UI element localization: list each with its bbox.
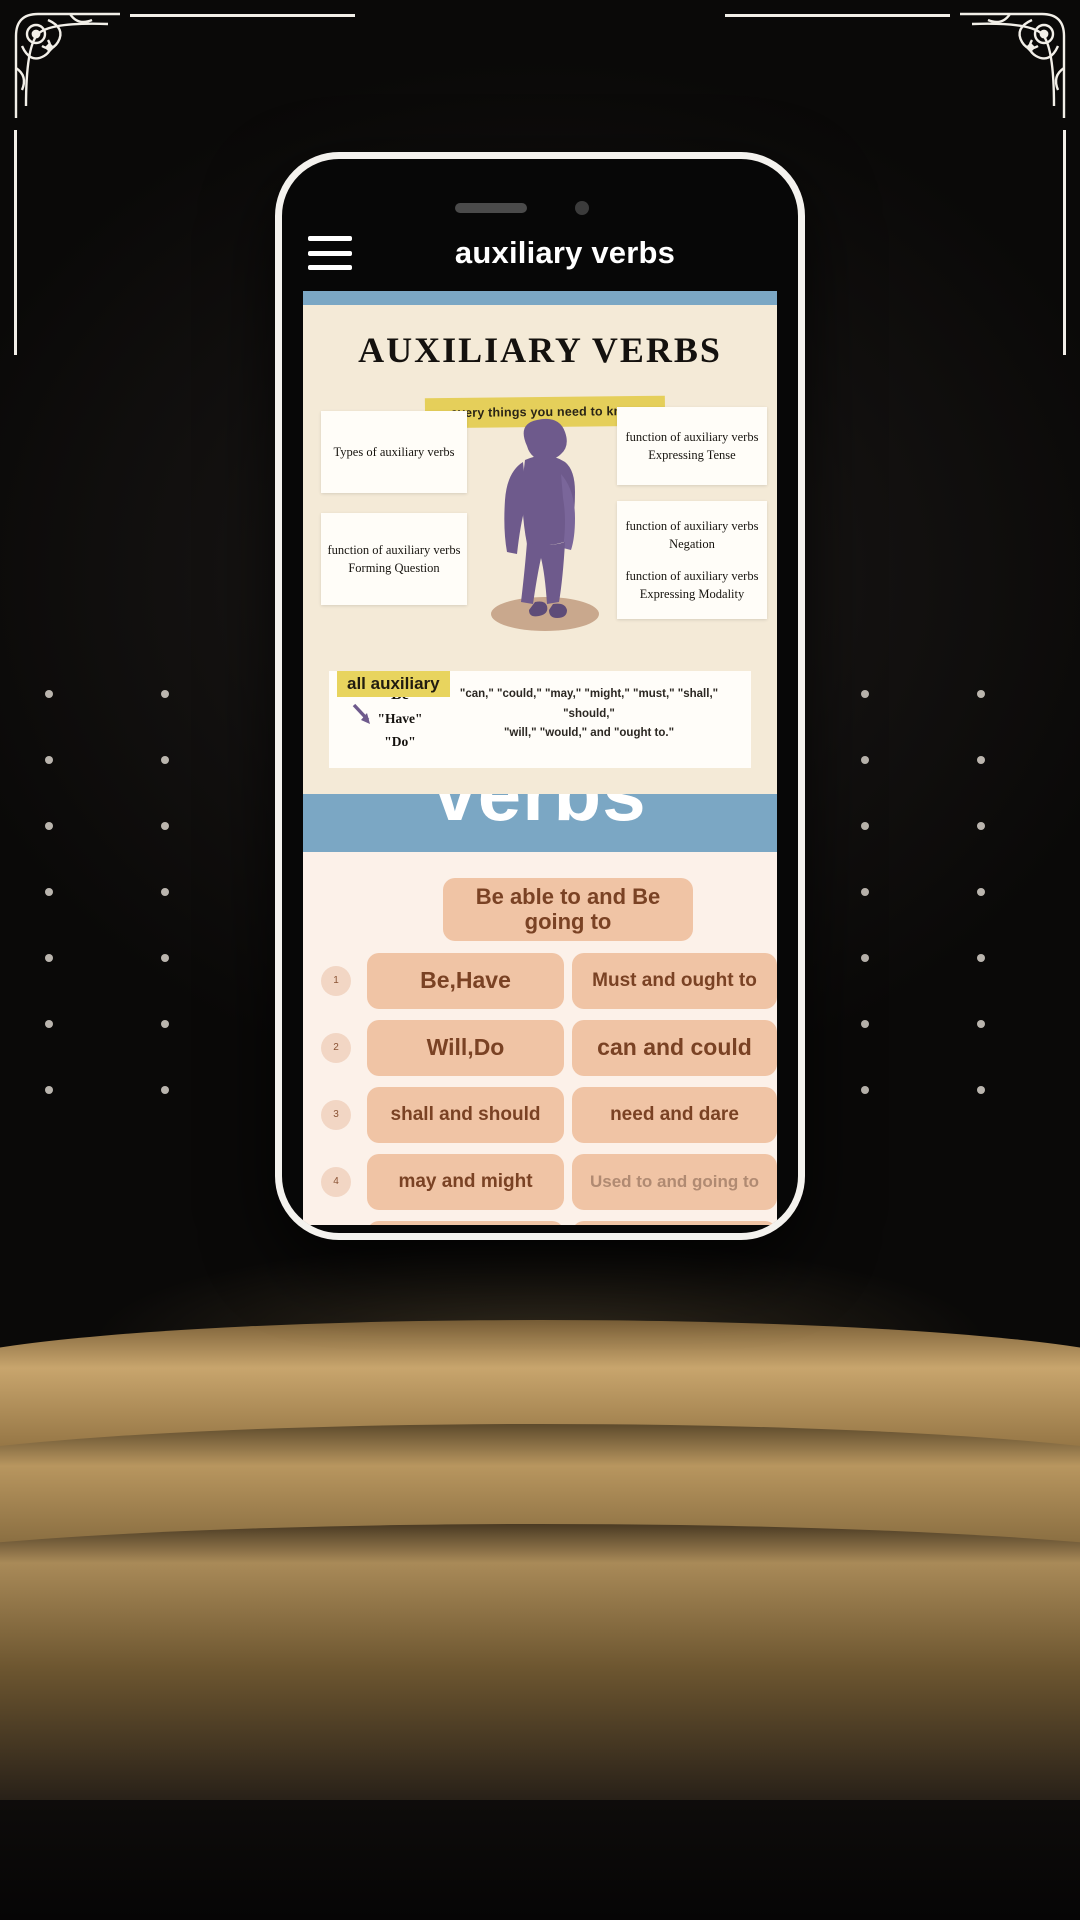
podium: [0, 1190, 1080, 1920]
row-number: 3: [321, 1099, 351, 1130]
decorative-dot-grid: [861, 690, 1035, 1094]
phone-side-button: [275, 299, 281, 345]
all-auxiliary-section: all auxiliary "Be" "Have" "Do" "can," "c…: [303, 671, 777, 778]
infographic-grid: Types of auxiliary verbs function of aux…: [303, 401, 777, 641]
verb-pill-right[interactable]: Used to and going to: [572, 1153, 777, 1210]
note-card: function of auxiliary verbs Negation fun…: [617, 501, 767, 619]
verb-pill-left[interactable]: shall and should: [367, 1086, 564, 1143]
phone-earpiece: [455, 203, 527, 213]
hamburger-menu-icon[interactable]: [308, 236, 352, 270]
decorative-dot-grid: [45, 690, 219, 1094]
note-card: function of auxiliary verbs Forming Ques…: [321, 513, 467, 605]
phone-volume-up-button: [275, 374, 281, 444]
note-card: function of auxiliary verbs Expressing T…: [617, 407, 767, 485]
phone-volume-down-button: [275, 459, 281, 529]
app-bar: auxiliary verbs: [282, 221, 798, 285]
phone-power-button: [799, 359, 805, 459]
table-row: 2 Will,Do can and could: [303, 1019, 777, 1076]
verb-pill-left[interactable]: Will,Do: [367, 1019, 564, 1076]
row-number: 2: [321, 1032, 351, 1063]
arrow-down-right-icon: [352, 703, 370, 724]
frame-line-side-top-left: [14, 130, 17, 355]
blue-top-bar: [303, 291, 777, 305]
phone-mockup: auxiliary verbs AUXILIARY VERBS every th…: [275, 152, 805, 1240]
verb-pill-right[interactable]: Must and ought to: [572, 952, 777, 1009]
modal-auxiliaries: "can," "could," "may," "might," "must," …: [459, 688, 719, 740]
infographic-card: AUXILIARY VERBS every things you need to…: [303, 291, 777, 795]
all-auxiliary-tag: all auxiliary: [337, 671, 450, 697]
row-number: 1: [321, 965, 351, 996]
featured-pill[interactable]: Be able to and Be going to: [443, 878, 693, 941]
verb-pill-right[interactable]: need and dare: [572, 1086, 777, 1143]
note-card: Types of auxiliary verbs: [321, 411, 467, 493]
person-silhouette-icon: [491, 418, 599, 631]
frame-line-top-left: [130, 14, 355, 17]
verb-pill-right[interactable]: can and could: [572, 1019, 777, 1076]
verb-pill-left[interactable]: Be,Have: [367, 952, 564, 1009]
page-title: auxiliary verbs: [454, 235, 676, 270]
verb-pill-left[interactable]: may and might: [367, 1153, 564, 1210]
table-row: 3 shall and should need and dare: [303, 1086, 777, 1143]
verb-pill-right[interactable]: Had better and Has got: [572, 1220, 777, 1225]
frame-line-top-right: [725, 14, 950, 17]
frame-line-side-top-right: [1063, 130, 1066, 355]
table-row: 4 may and might Used to and going to: [303, 1153, 777, 1210]
verb-list-section: Be able to and Be going to 1 Be,Have Mus…: [303, 852, 777, 1225]
table-row: 1 Be,Have Must and ought to: [303, 952, 777, 1009]
verb-pill-left[interactable]: Will and would: [367, 1220, 564, 1225]
section-divider-banner: verbs: [303, 794, 777, 853]
app-content-scroll[interactable]: AUXILIARY VERBS every things you need to…: [303, 291, 777, 1225]
divider-word: verbs: [433, 794, 646, 839]
row-number: 4: [321, 1166, 351, 1197]
table-row: 5 Will and would Had better and Has got: [303, 1220, 777, 1225]
infographic-title: AUXILIARY VERBS: [358, 330, 722, 370]
phone-front-camera: [575, 201, 589, 215]
